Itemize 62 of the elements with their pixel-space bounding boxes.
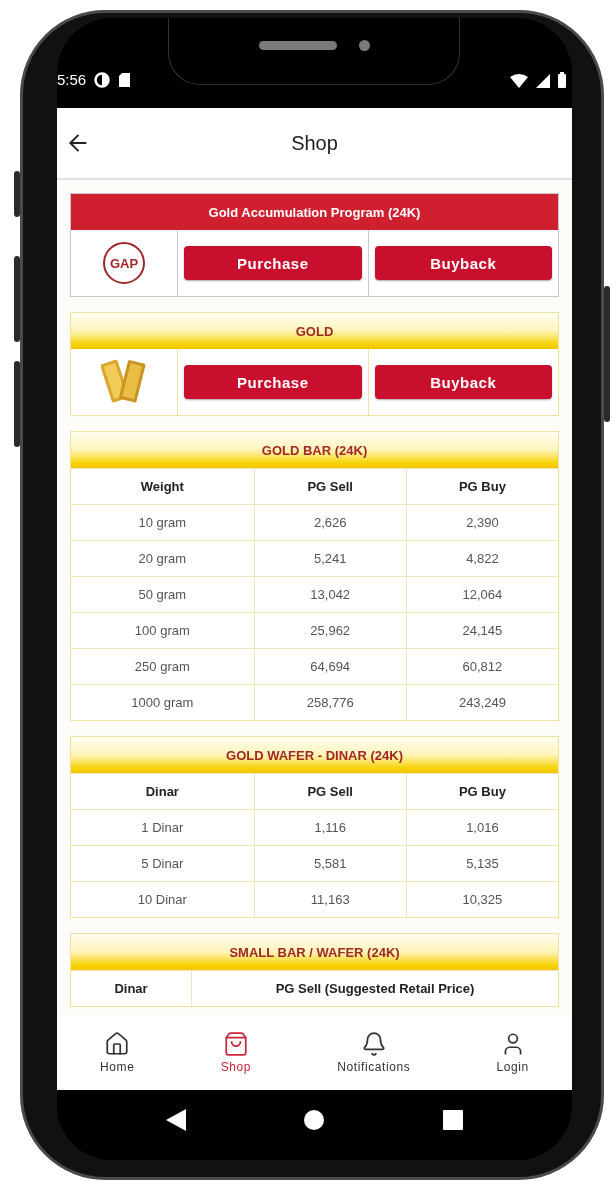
column-header: PG Sell [253,468,406,504]
table-cell: 12,064 [405,576,558,612]
column-header: PG Buy [405,773,558,809]
section-header: GOLD [71,313,558,349]
table-cell: 64,694 [253,648,406,684]
data-saver-icon [94,72,111,88]
shopping-bag-icon [222,1031,249,1057]
column-header: PG Sell (Suggested Retail Price) [191,970,558,1006]
table-cell: 13,042 [253,576,406,612]
column-header: Dinar [71,773,254,809]
table-cell: 2,626 [253,504,406,540]
table-cell: 10,325 [405,881,558,917]
table-cell: 25,962 [253,612,406,648]
status-time: 5:56 [57,71,87,88]
section-header: Gold Accumulation Program (24K) [71,194,558,230]
table-cell: 60,812 [405,648,558,684]
column-header: PG Sell [253,773,406,809]
recents-key[interactable] [442,1110,463,1130]
table-cell: 5 Dinar [71,845,254,881]
table-cell: 2,390 [405,504,558,540]
table-cell: 50 gram [71,576,254,612]
purchase-button[interactable]: Purchase [184,365,362,399]
table-cell: 243,249 [405,684,558,720]
nav-tab[interactable]: Login [492,1031,533,1074]
table-cell: 1 Dinar [71,809,254,845]
table-cell: 258,776 [253,684,406,720]
signal-icon [536,74,550,88]
table-cell: 100 gram [71,612,254,648]
page-title: Shop [291,131,338,155]
nav-tab[interactable]: Home [96,1031,139,1074]
sd-card-icon [118,72,132,88]
table-title: SMALL BAR / WAFER (24K) [71,934,558,970]
buyback-button[interactable]: Buyback [374,246,552,280]
gap-badge: GAP [103,242,145,284]
wifi-icon [510,74,528,88]
table-cell: 11,163 [253,881,406,917]
table-title: GOLD BAR (24K) [71,432,558,468]
table-cell: 24,145 [405,612,558,648]
table-title: GOLD WAFER - DINAR (24K) [71,737,558,773]
table-cell: 5,581 [253,845,406,881]
table-cell: 1,016 [405,809,558,845]
table-cell: 1,116 [253,809,406,845]
table-cell: 4,822 [405,540,558,576]
column-header: PG Buy [405,468,558,504]
bell-icon [360,1031,387,1057]
table-cell: 5,241 [253,540,406,576]
back-key[interactable] [166,1109,187,1131]
column-header: Dinar [71,970,191,1006]
buyback-button[interactable]: Buyback [374,365,552,399]
table-cell: 10 gram [71,504,254,540]
table-cell: 20 gram [71,540,254,576]
purchase-button[interactable]: Purchase [184,246,362,280]
nav-tab[interactable]: Shop [216,1031,256,1074]
nav-tab[interactable]: Notifications [333,1031,415,1074]
battery-icon [558,72,566,88]
table-cell: 250 gram [71,648,254,684]
table-cell: 10 Dinar [71,881,254,917]
home-icon [104,1031,131,1057]
column-header: Weight [71,468,254,504]
table-cell: 5,135 [405,845,558,881]
home-key[interactable] [304,1110,325,1130]
table-cell: 1000 gram [71,684,254,720]
